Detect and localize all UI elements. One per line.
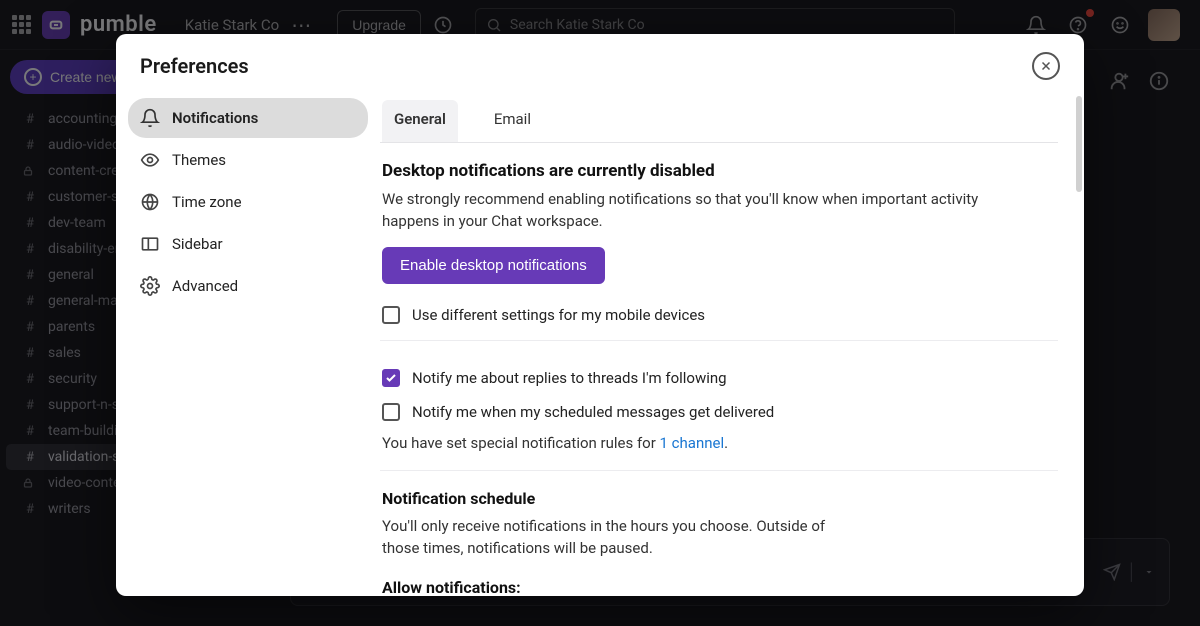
thread-replies-checkbox[interactable] xyxy=(382,369,400,387)
prefs-nav-themes[interactable]: Themes xyxy=(128,140,368,180)
special-rules-text: You have set special notification rules … xyxy=(382,433,1022,455)
scheduled-messages-checkbox[interactable] xyxy=(382,403,400,421)
tab-email[interactable]: Email xyxy=(482,100,543,142)
prefs-nav-label: Sidebar xyxy=(172,235,223,253)
prefs-nav-label: Advanced xyxy=(172,277,238,295)
mobile-settings-label: Use different settings for my mobile dev… xyxy=(412,306,705,324)
prefs-nav-timezone[interactable]: Time zone xyxy=(128,182,368,222)
thread-replies-label: Notify me about replies to threads I'm f… xyxy=(412,369,727,387)
prefs-nav-label: Notifications xyxy=(172,109,258,127)
enable-desktop-notifications-button[interactable]: Enable desktop notifications xyxy=(382,247,605,284)
schedule-heading: Notification schedule xyxy=(382,489,1050,508)
scheduled-messages-label: Notify me when my scheduled messages get… xyxy=(412,403,774,421)
mobile-settings-checkbox[interactable] xyxy=(382,306,400,324)
close-icon xyxy=(1040,60,1052,72)
advanced-icon xyxy=(140,276,160,296)
prefs-nav-label: Themes xyxy=(172,151,226,169)
desktop-notif-heading: Desktop notifications are currently disa… xyxy=(382,161,1050,181)
prefs-nav-label: Time zone xyxy=(172,193,242,211)
scrollbar-thumb[interactable] xyxy=(1076,96,1082,192)
allow-notifications-heading: Allow notifications: xyxy=(382,578,1050,596)
prefs-nav-sidebar[interactable]: Sidebar xyxy=(128,224,368,264)
sidebar-icon xyxy=(140,234,160,254)
check-icon xyxy=(385,372,397,384)
tab-general[interactable]: General xyxy=(382,100,458,142)
close-button[interactable] xyxy=(1032,52,1060,80)
notifications-icon xyxy=(140,108,160,128)
channel-rules-link[interactable]: 1 channel xyxy=(660,434,725,452)
prefs-nav-advanced[interactable]: Advanced xyxy=(128,266,368,306)
prefs-nav-notifications[interactable]: Notifications xyxy=(128,98,368,138)
schedule-body: You'll only receive notifications in the… xyxy=(382,516,852,560)
timezone-icon xyxy=(140,192,160,212)
desktop-notif-body: We strongly recommend enabling notificat… xyxy=(382,189,1022,233)
preferences-modal: Preferences Notifications Themes Time zone… xyxy=(116,34,1084,596)
themes-icon xyxy=(140,150,160,170)
modal-title: Preferences xyxy=(140,54,249,78)
